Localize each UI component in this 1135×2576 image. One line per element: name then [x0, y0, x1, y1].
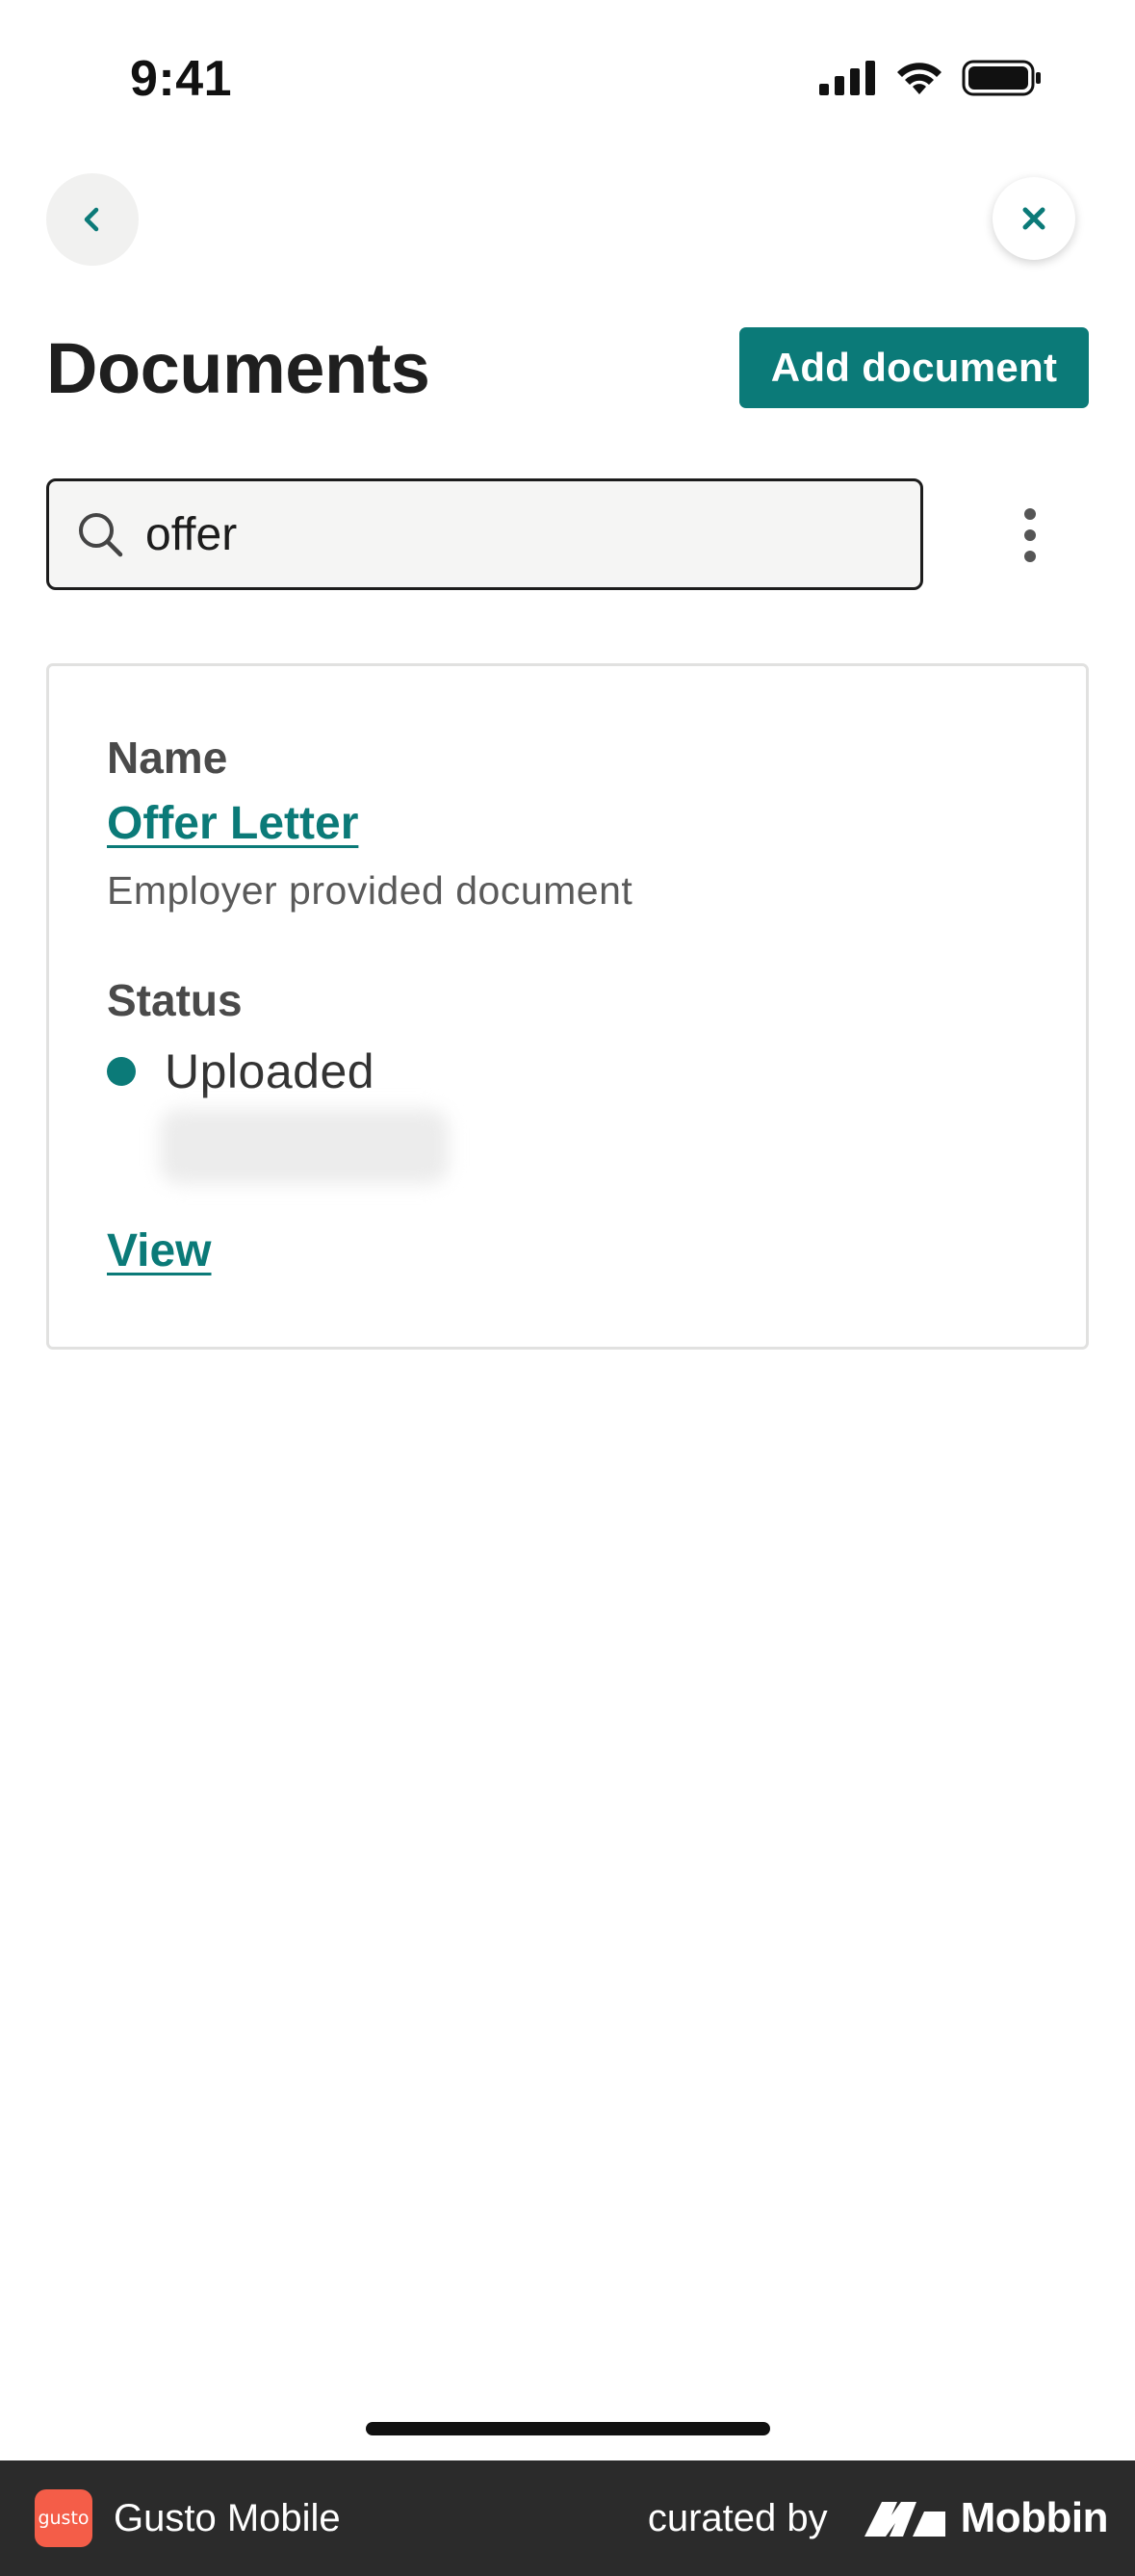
name-label: Name: [107, 733, 228, 783]
back-chevron-icon: [84, 207, 99, 232]
documents-screen: 9:41 Documents Add document offer Name O…: [0, 0, 1135, 2576]
wifi-icon: [897, 63, 942, 94]
document-card: Name Offer Letter Employer provided docu…: [46, 663, 1089, 1350]
document-source: Employer provided document: [107, 868, 633, 913]
status-time: 9:41: [130, 51, 233, 107]
back-button[interactable]: [46, 173, 139, 266]
footer-brand: Mobbin: [960, 2494, 1109, 2541]
view-link[interactable]: View: [107, 1224, 212, 1277]
status-label: Status: [107, 975, 243, 1025]
status-value: Uploaded: [165, 1044, 375, 1098]
add-document-button[interactable]: Add document: [739, 327, 1089, 408]
redacted-date: [160, 1109, 449, 1184]
status-dot: [107, 1057, 136, 1086]
more-vertical-icon: [1024, 508, 1036, 562]
footer-app-name: Gusto Mobile: [114, 2496, 341, 2539]
document-name-link[interactable]: Offer Letter: [107, 797, 358, 850]
close-icon: [1022, 207, 1045, 230]
search-field[interactable]: [46, 478, 923, 590]
battery-icon: [962, 60, 1041, 96]
search-input[interactable]: [143, 506, 879, 562]
page-title: Documents: [46, 328, 430, 408]
signal-icon: [819, 61, 875, 95]
mobbin-logo-icon: [864, 2502, 945, 2537]
footer-attribution: curated by Mobbin: [647, 2460, 1109, 2576]
search-icon: [76, 510, 124, 558]
status-icons: [819, 60, 1043, 96]
footer-curated-label: curated by: [647, 2496, 828, 2539]
status-row: Uploaded: [107, 1043, 374, 1099]
more-options-button[interactable]: [1001, 501, 1059, 570]
close-button[interactable]: [993, 177, 1075, 260]
gusto-logo: gusto: [35, 2489, 92, 2547]
footer-bar: gusto Gusto Mobile curated by Mobbin: [0, 2460, 1135, 2576]
home-indicator: [366, 2422, 770, 2435]
